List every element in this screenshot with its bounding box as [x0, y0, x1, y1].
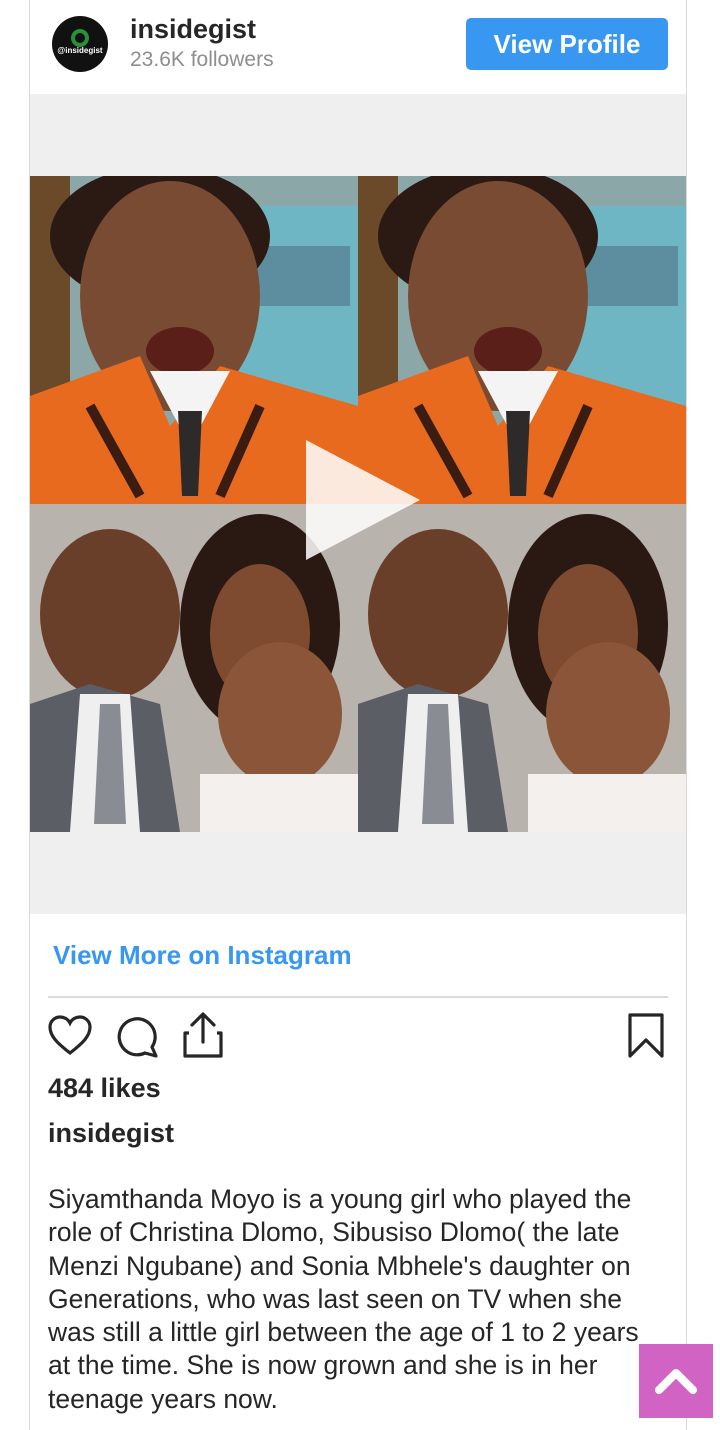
view-profile-button[interactable]: View Profile — [466, 18, 668, 70]
avatar-logo-icon — [71, 29, 89, 47]
post-caption: Siyamthanda Moyo is a young girl who pla… — [48, 1184, 639, 1414]
avatar-logo-text: @insidegist — [57, 46, 103, 55]
avatar[interactable]: @insidegist — [52, 16, 108, 72]
follower-count: 23.6K followers — [130, 48, 274, 71]
scroll-to-top-button[interactable] — [639, 1344, 713, 1418]
view-more-on-instagram-link[interactable]: View More on Instagram — [53, 940, 352, 971]
chevron-up-icon — [655, 1369, 697, 1394]
play-icon[interactable] — [306, 440, 420, 560]
heart-icon[interactable] — [47, 1013, 93, 1057]
comment-icon[interactable] — [114, 1013, 160, 1059]
share-icon[interactable] — [180, 1011, 226, 1059]
divider — [48, 996, 668, 998]
caption-username[interactable]: insidegist — [48, 1118, 174, 1149]
profile-username[interactable]: insidegist — [130, 14, 256, 45]
bookmark-icon[interactable] — [626, 1012, 666, 1060]
likes-count[interactable]: 484 likes — [48, 1073, 161, 1104]
